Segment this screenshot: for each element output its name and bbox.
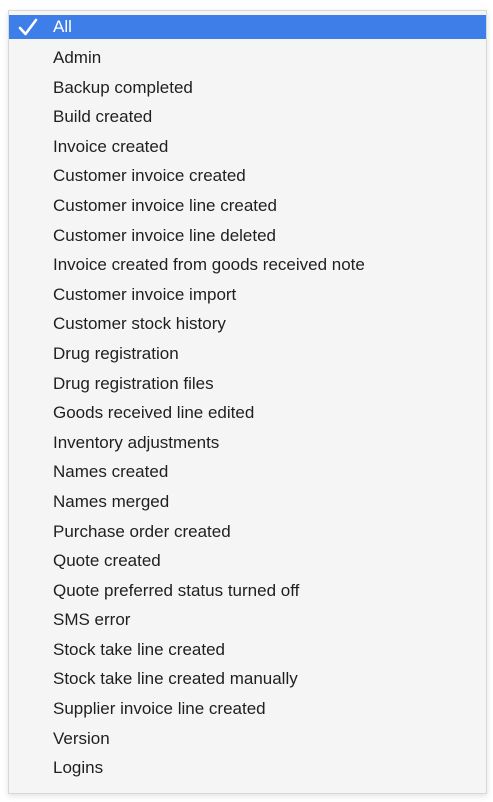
menu-item-label: Admin <box>53 48 102 67</box>
menu-item-drug-registration-files[interactable]: Drug registration files <box>9 369 486 399</box>
menu-item-customer-invoice-created[interactable]: Customer invoice created <box>9 161 486 191</box>
menu-item-invoice-created[interactable]: Invoice created <box>9 132 486 162</box>
menu-item-label: Invoice created from goods received note <box>53 255 365 275</box>
menu-item-supplier-invoice-line-created[interactable]: Supplier invoice line created <box>9 694 486 724</box>
menu-item-stock-take-line-created-manually[interactable]: Stock take line created manually <box>9 664 486 694</box>
menu-item-invoice-from-goods-received[interactable]: Invoice created from goods received note <box>9 250 486 280</box>
menu-item-label: Customer stock history <box>53 314 226 334</box>
menu-item-label: Quote created <box>53 551 161 571</box>
menu-item-label: Names merged <box>53 491 170 511</box>
menu-item-label: Drug registration files <box>53 373 214 393</box>
menu-item-names-created[interactable]: Names created <box>9 457 486 487</box>
menu-item-inventory-adjustments[interactable]: Inventory adjustments <box>9 428 486 458</box>
menu-item-label: Customer invoice line created <box>53 195 277 215</box>
menu-item-label: SMS error <box>53 610 131 630</box>
checkmark-icon <box>18 18 38 36</box>
menu-item-label: Quote preferred status turned off <box>53 580 300 600</box>
menu-item-label: Stock take line created <box>53 639 225 659</box>
menu-item-label: Goods received line edited <box>53 403 255 423</box>
menu-item-label: Stock take line created manually <box>53 669 298 689</box>
menu-item-label: Supplier invoice line created <box>53 699 266 719</box>
menu-item-quote-created[interactable]: Quote created <box>9 546 486 576</box>
menu-item-label: Purchase order created <box>53 521 231 541</box>
menu-item-quote-preferred-status-off[interactable]: Quote preferred status turned off <box>9 576 486 606</box>
menu-item-drug-registration[interactable]: Drug registration <box>9 339 486 369</box>
menu-item-goods-received-line-edited[interactable]: Goods received line edited <box>9 398 486 428</box>
menu-item-customer-invoice-line-deleted[interactable]: Customer invoice line deleted <box>9 221 486 251</box>
menu-item-stock-take-line-created[interactable]: Stock take line created <box>9 635 486 665</box>
menu-item-label: Names created <box>53 462 169 482</box>
menu-item-label: Drug registration <box>53 343 179 363</box>
menu-item-label: Logins <box>53 758 104 778</box>
menu-item-backup-completed[interactable]: Backup completed <box>9 73 486 103</box>
menu-item-names-merged[interactable]: Names merged <box>9 487 486 517</box>
menu-item-customer-invoice-line-created[interactable]: Customer invoice line created <box>9 191 486 221</box>
menu-item-label: Customer invoice created <box>53 166 246 186</box>
menu-item-label: Customer invoice import <box>53 284 237 304</box>
menu-item-label: Build created <box>53 107 153 127</box>
menu-item-label: Customer invoice line deleted <box>53 225 277 245</box>
menu-item-sms-error[interactable]: SMS error <box>9 605 486 635</box>
menu-item-label: Invoice created <box>53 136 169 156</box>
menu-item-customer-stock-history[interactable]: Customer stock history <box>9 309 486 339</box>
menu-item-label: All <box>53 17 72 36</box>
dropdown-menu: All Admin Backup completed Build created… <box>8 10 487 794</box>
menu-item-purchase-order-created[interactable]: Purchase order created <box>9 517 486 547</box>
menu-item-customer-invoice-import[interactable]: Customer invoice import <box>9 280 486 310</box>
menu-item-logins[interactable]: Logins <box>9 753 486 783</box>
menu-item-label: Backup completed <box>53 77 193 97</box>
menu-item-admin[interactable]: Admin <box>9 43 486 73</box>
menu-item-label: Version <box>53 728 110 748</box>
menu-item-all[interactable]: All <box>9 15 486 39</box>
menu-item-build-created[interactable]: Build created <box>9 102 486 132</box>
menu-item-label: Inventory adjustments <box>53 432 220 452</box>
menu-item-version[interactable]: Version <box>9 724 486 754</box>
